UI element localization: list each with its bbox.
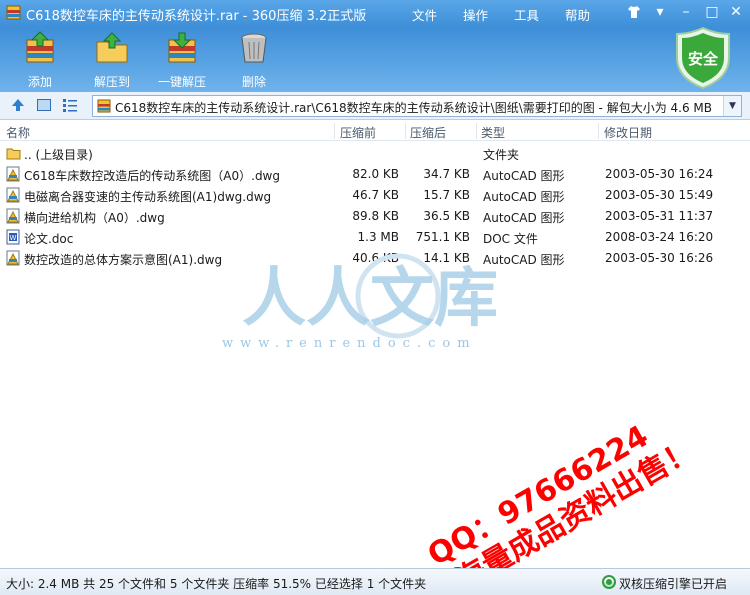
- menu-file[interactable]: 文件: [412, 5, 437, 24]
- column-type[interactable]: 类型: [481, 124, 505, 141]
- list-item[interactable]: 数控改造的总体方案示意图(A1).dwg 40.6 KB 14.1 KB Aut…: [0, 248, 750, 269]
- address-dropdown-icon[interactable]: ▼: [723, 96, 741, 116]
- watermark-url: www.renrendoc.com: [222, 336, 477, 351]
- file-packed-size: 46.7 KB: [352, 188, 399, 202]
- close-icon[interactable]: ✕: [724, 2, 748, 22]
- svg-text:W: W: [10, 234, 17, 242]
- trash-bin-icon: [241, 33, 267, 63]
- list-item[interactable]: C618车床数控改造后的传动系统图（A0）.dwg 82.0 KB 34.7 K…: [0, 164, 750, 185]
- watermark-logo-text: 人人文库: [242, 262, 498, 336]
- list-item[interactable]: W 论文.doc 1.3 MB 751.1 KB DOC 文件 2008-03-…: [0, 227, 750, 248]
- file-compressed-size: 751.1 KB: [415, 230, 470, 244]
- column-divider[interactable]: [334, 123, 335, 139]
- thumbnail-view-icon[interactable]: [36, 97, 52, 113]
- skin-shirt-icon[interactable]: [622, 2, 646, 22]
- status-engine: 双核压缩引擎已开启: [619, 577, 728, 591]
- one-click-extract-label: 一键解压: [157, 75, 206, 89]
- file-modified: 2003-05-30 16:26: [605, 251, 714, 265]
- file-packed-size: 1.3 MB: [357, 230, 399, 244]
- column-packed[interactable]: 压缩前: [340, 124, 376, 141]
- file-name: 论文.doc: [24, 232, 74, 246]
- file-name: 电磁离合器变速的主传动系统图(A1)dwg.dwg: [24, 190, 272, 204]
- window-title: C618数控车床的主传动系统设计.rar - 360压缩 3.2正式版: [26, 9, 367, 24]
- file-compressed-size: 15.7 KB: [423, 188, 470, 202]
- archive-path-icon: [97, 99, 111, 113]
- menu-help[interactable]: 帮助: [565, 5, 590, 24]
- list-view-icon[interactable]: [62, 97, 78, 113]
- file-name: 数控改造的总体方案示意图(A1).dwg: [24, 253, 223, 267]
- column-modified[interactable]: 修改日期: [604, 124, 652, 141]
- file-packed-size: 89.8 KB: [352, 209, 399, 223]
- file-compressed-size: 34.7 KB: [423, 167, 470, 181]
- list-item-parent-folder[interactable]: .. (上级目录) 文件夹: [0, 143, 750, 164]
- delete-label: 删除: [241, 75, 266, 89]
- column-divider[interactable]: [476, 123, 477, 139]
- file-packed-size: 82.0 KB: [352, 167, 399, 181]
- dual-core-engine-icon: [602, 575, 616, 589]
- title-bar: C618数控车床的主传动系统设计.rar - 360压缩 3.2正式版 文件 操…: [0, 0, 750, 26]
- address-bar[interactable]: C618数控车床的主传动系统设计.rar\C618数控车床的主传动系统设计\图纸…: [92, 95, 742, 117]
- safe-shield-icon[interactable]: 安全: [674, 26, 732, 90]
- file-list-header: 名称 压缩前 压缩后 类型 修改日期: [0, 121, 750, 141]
- dwg-file-icon: [6, 250, 20, 266]
- doc-file-icon: W: [6, 229, 20, 245]
- dwg-file-icon: [6, 187, 20, 203]
- file-modified: 2003-05-31 11:37: [605, 209, 714, 223]
- add-label: 添加: [27, 75, 52, 89]
- status-summary: 大小: 2.4 MB 共 25 个文件和 5 个文件夹 压缩率 51.5% 已经…: [6, 577, 427, 591]
- file-modified: 2003-05-30 15:49: [605, 188, 714, 202]
- maximize-icon[interactable]: □: [700, 2, 724, 22]
- add-button[interactable]: 添加: [8, 30, 72, 89]
- list-item[interactable]: 横向进给机构（A0）.dwg 89.8 KB 36.5 KB AutoCAD 图…: [0, 206, 750, 227]
- folder-icon: [6, 148, 21, 160]
- dwg-file-icon: [6, 208, 20, 224]
- file-type: AutoCAD 图形: [483, 253, 565, 267]
- file-name: C618车床数控改造后的传动系统图（A0）.dwg: [24, 169, 280, 183]
- extract-folder-icon: [96, 32, 128, 63]
- file-type: AutoCAD 图形: [483, 190, 565, 204]
- menu-dropdown-icon[interactable]: ▾: [648, 2, 672, 22]
- file-type: DOC 文件: [483, 232, 538, 246]
- minimize-icon[interactable]: –: [674, 2, 698, 22]
- safe-label: 安全: [688, 50, 719, 68]
- one-click-extract-button[interactable]: 一键解压: [150, 30, 214, 89]
- dwg-file-icon: [6, 166, 20, 182]
- file-type: AutoCAD 图形: [483, 169, 565, 183]
- file-name: 横向进给机构（A0）.dwg: [24, 211, 165, 225]
- file-type: AutoCAD 图形: [483, 211, 565, 225]
- file-modified: 2008-03-24 16:20: [605, 230, 714, 244]
- column-size[interactable]: 压缩后: [410, 124, 446, 141]
- add-archive-icon: [26, 31, 54, 63]
- column-name[interactable]: 名称: [6, 124, 30, 141]
- extract-to-button[interactable]: 解压到: [80, 30, 144, 89]
- address-path: C618数控车床的主传动系统设计.rar\C618数控车床的主传动系统设计\图纸…: [115, 101, 712, 115]
- list-item[interactable]: 电磁离合器变速的主传动系统图(A1)dwg.dwg 46.7 KB 15.7 K…: [0, 185, 750, 206]
- one-click-extract-icon: [168, 32, 196, 63]
- file-compressed-size: 36.5 KB: [423, 209, 470, 223]
- delete-button[interactable]: 删除: [222, 30, 286, 89]
- file-name: .. (上级目录): [24, 148, 93, 162]
- column-divider[interactable]: [405, 123, 406, 139]
- address-row: C618数控车床的主传动系统设计.rar\C618数控车床的主传动系统设计\图纸…: [0, 92, 750, 120]
- archive-app-icon: [6, 5, 21, 20]
- extract-to-label: 解压到: [93, 75, 130, 89]
- title-and-toolbar-area: C618数控车床的主传动系统设计.rar - 360压缩 3.2正式版 文件 操…: [0, 0, 750, 92]
- file-modified: 2003-05-30 16:24: [605, 167, 714, 181]
- up-level-icon[interactable]: [10, 97, 26, 113]
- menu-operation[interactable]: 操作: [463, 5, 488, 24]
- status-bar: 大小: 2.4 MB 共 25 个文件和 5 个文件夹 压缩率 51.5% 已经…: [0, 568, 750, 595]
- file-packed-size: 40.6 KB: [352, 251, 399, 265]
- file-type: 文件夹: [483, 148, 520, 162]
- menu-tools[interactable]: 工具: [514, 5, 539, 24]
- file-compressed-size: 14.1 KB: [423, 251, 470, 265]
- column-divider[interactable]: [598, 123, 599, 139]
